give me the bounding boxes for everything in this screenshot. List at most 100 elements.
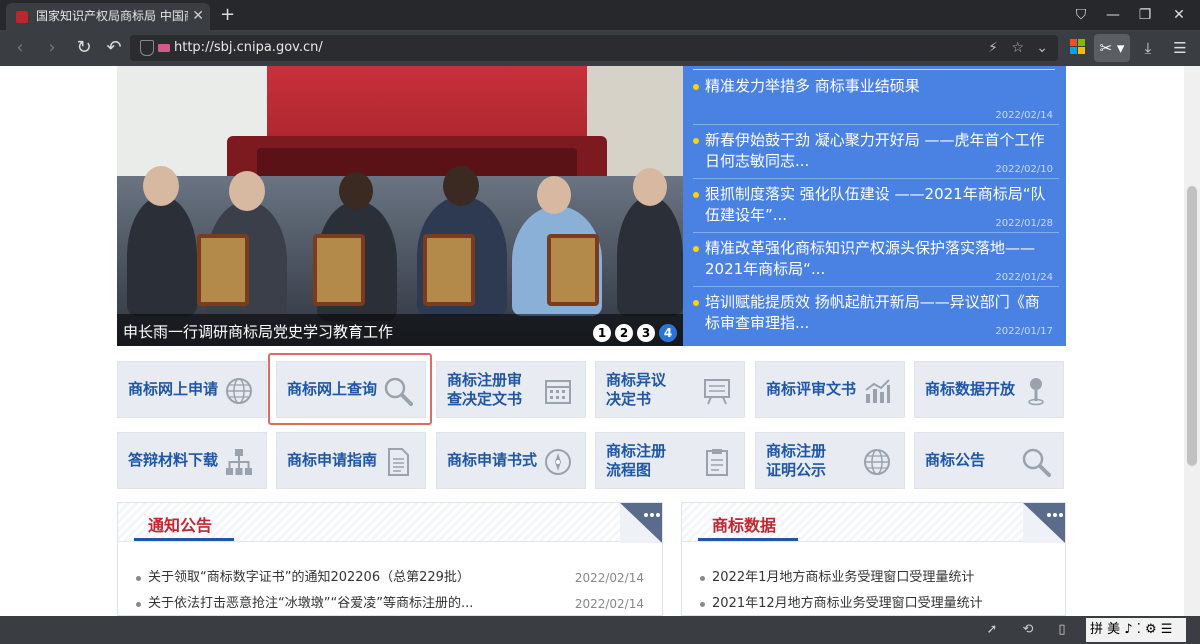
magnifier-icon <box>1022 448 1051 477</box>
service-application-guide-button[interactable]: 商标申请指南 <box>276 432 426 489</box>
browser-status-bar: ➚ ⟲ ▯ 拼 美 ♪ ⁚ ⚙ ☰ <box>0 616 1200 644</box>
news-bullet-icon <box>693 300 699 306</box>
photo-chair <box>197 234 249 306</box>
service-defense-download-button[interactable]: 答辩材料下载 <box>117 432 267 489</box>
more-icon[interactable] <box>620 503 662 543</box>
photo-person <box>127 196 197 316</box>
close-tab-icon[interactable]: ✕ <box>192 3 204 30</box>
trash-icon[interactable]: ▯ <box>1052 620 1072 640</box>
service-review-documents-button[interactable]: 商标评审文书 <box>755 361 905 418</box>
panel-title[interactable]: 商标数据 <box>712 512 776 536</box>
calendar-icon <box>545 380 571 404</box>
news-carousel[interactable]: 申长雨一行调研商标局党史学习教育工作 1234 <box>117 66 683 346</box>
carousel-page-4[interactable]: 4 <box>659 324 677 342</box>
page-scrollbar[interactable] <box>1184 66 1200 616</box>
service-application-forms-button[interactable]: 商标申请书式 <box>436 432 586 489</box>
compass-icon <box>545 449 571 475</box>
clipboard-icon <box>706 449 728 476</box>
service-flowchart-button[interactable]: 商标注册 流程图 <box>595 432 745 489</box>
new-tab-icon[interactable]: + <box>220 3 235 27</box>
list-bullet-icon <box>700 602 705 607</box>
service-label-line2: 证明公示 <box>766 461 827 479</box>
chevron-down-icon[interactable]: ⌄ <box>1036 35 1048 61</box>
photo-person-head <box>443 166 479 206</box>
forward-icon[interactable]: › <box>40 36 64 60</box>
reload-icon[interactable]: ↻ <box>72 36 96 60</box>
news-item[interactable]: 新春伊始鼓干劲 凝心聚力开好局 ——虎年首个工作日何志敏同志... 2022/0… <box>693 124 1059 179</box>
star-bookmark-icon[interactable]: ☆ <box>1011 35 1024 61</box>
service-label: 商标网上申请 <box>128 380 219 398</box>
photo-chair <box>313 234 365 306</box>
tab-title: 国家知识产权局商标局 中国商 <box>36 9 188 23</box>
photo-person <box>617 196 683 316</box>
news-item[interactable]: 精准发力举措多 商标事业结硕果 2022/02/14 <box>693 70 1059 125</box>
carousel-page-1[interactable]: 1 <box>593 324 611 342</box>
ime-toolbar[interactable]: 拼 美 ♪ ⁚ ⚙ ☰ <box>1086 618 1186 642</box>
back-icon[interactable]: ‹ <box>8 36 32 60</box>
service-review-decision-button[interactable]: 商标注册审 查决定文书 <box>436 361 586 418</box>
refresh-circle-icon[interactable]: ⟲ <box>1018 620 1038 640</box>
lightning-icon[interactable]: ⚡ <box>988 35 998 61</box>
shirt-skin-icon[interactable]: ⛉ <box>1066 0 1096 30</box>
address-text[interactable]: http://sbj.cnipa.gov.cn/ <box>174 35 323 61</box>
news-item[interactable]: 精准改革强化商标知识产权源头保护落实落地——2021年商标局“... 2022/… <box>693 232 1059 287</box>
more-icon[interactable] <box>1023 503 1065 543</box>
rocket-icon[interactable]: ➚ <box>982 620 1002 640</box>
list-item-date: 2022/02/14 <box>574 597 644 611</box>
document-icon <box>388 448 409 476</box>
globe-icon <box>226 378 252 404</box>
service-opposition-decision-button[interactable]: 商标异议 决定书 <box>595 361 745 418</box>
panel-title[interactable]: 通知公告 <box>148 512 212 536</box>
news-item[interactable]: 狠抓制度落实 强化队伍建设 ——2021年商标局“队伍建设年”... 2022/… <box>693 178 1059 233</box>
scrollbar-thumb[interactable] <box>1187 186 1197 466</box>
list-item-text[interactable]: 关于依法打击恶意抢注“冰墩墩”“谷爱凌”等商标注册的... <box>148 591 473 616</box>
address-bar[interactable]: http://sbj.cnipa.gov.cn/ ⚡ ☆ ⌄ <box>130 35 1058 61</box>
list-item[interactable]: 2022年1月地方商标业务受理窗口受理量统计 <box>700 565 1047 591</box>
screenshot-scissors-icon[interactable]: ✂ ▾ <box>1094 34 1130 62</box>
browser-tab-bar: 国家知识产权局商标局 中国商 ✕ + ⛉ — ❐ ✕ <box>0 0 1200 30</box>
news-item[interactable]: 培训赋能提质效 扬帆起航开新局——异议部门《商标审查审理指... 2022/01… <box>693 286 1059 340</box>
service-label-line2: 流程图 <box>606 461 652 479</box>
list-item[interactable]: 2021年12月地方商标业务受理窗口受理量统计 <box>700 591 1047 616</box>
restore-icon[interactable]: ❐ <box>1130 0 1160 30</box>
service-certificate-publicity-button[interactable]: 商标注册 证明公示 <box>755 432 905 489</box>
news-bullet-icon <box>693 84 699 90</box>
photo-chair <box>547 234 599 306</box>
photo-person-head <box>229 171 265 211</box>
menu-icon[interactable]: ☰ <box>1168 36 1192 60</box>
service-label: 商标数据开放 <box>925 380 1016 398</box>
easel-icon <box>704 379 730 405</box>
carousel-page-2[interactable]: 2 <box>615 324 633 342</box>
bar-chart-icon <box>865 379 890 403</box>
service-label-line1: 商标注册审 <box>447 371 523 389</box>
panel-header: 商标数据 <box>682 503 1065 542</box>
news-bullet-icon <box>693 192 699 198</box>
carousel-page-3[interactable]: 3 <box>637 324 655 342</box>
window-close-icon[interactable]: ✕ <box>1164 0 1194 30</box>
photo-chair <box>423 234 475 306</box>
service-label-line1: 商标异议 <box>606 371 667 389</box>
undo-close-icon[interactable]: ↶ <box>102 36 126 60</box>
carousel-caption[interactable]: 申长雨一行调研商标局党史学习教育工作 <box>123 321 393 342</box>
minimize-icon[interactable]: — <box>1098 0 1128 30</box>
list-item[interactable]: 关于依法打击恶意抢注“冰墩墩”“谷爱凌”等商标注册的... 2022/02/14 <box>136 591 644 616</box>
list-item-text[interactable]: 2022年1月地方商标业务受理窗口受理量统计 <box>712 565 974 591</box>
list-item-text[interactable]: 关于领取“商标数字证书”的通知202206（总第229批） <box>148 565 470 591</box>
service-data-open-button[interactable]: 商标数据开放 <box>914 361 1064 418</box>
service-label: 答辩材料下载 <box>128 451 219 469</box>
news-date: 2022/01/28 <box>995 218 1053 229</box>
download-icon[interactable]: ⤓ <box>1136 36 1160 60</box>
service-label-line1: 商标注册 <box>606 442 667 460</box>
apps-grid-icon[interactable] <box>1070 39 1086 55</box>
panel-title-underline <box>134 538 234 541</box>
service-announcement-button[interactable]: 商标公告 <box>914 432 1064 489</box>
service-online-application-button[interactable]: 商标网上申请 <box>117 361 267 418</box>
news-date: 2022/02/10 <box>995 164 1053 175</box>
service-label: 商标注册 流程图 <box>606 442 666 480</box>
globe-icon <box>864 449 890 475</box>
browser-tab[interactable]: 国家知识产权局商标局 中国商 ✕ <box>6 3 210 30</box>
list-item-text[interactable]: 2021年12月地方商标业务受理窗口受理量统计 <box>712 591 983 616</box>
news-title[interactable]: 精准发力举措多 商标事业结硕果 <box>705 76 1049 97</box>
service-label: 商标注册 证明公示 <box>766 442 826 480</box>
list-item[interactable]: 关于领取“商标数字证书”的通知202206（总第229批） 2022/02/14 <box>136 565 644 591</box>
